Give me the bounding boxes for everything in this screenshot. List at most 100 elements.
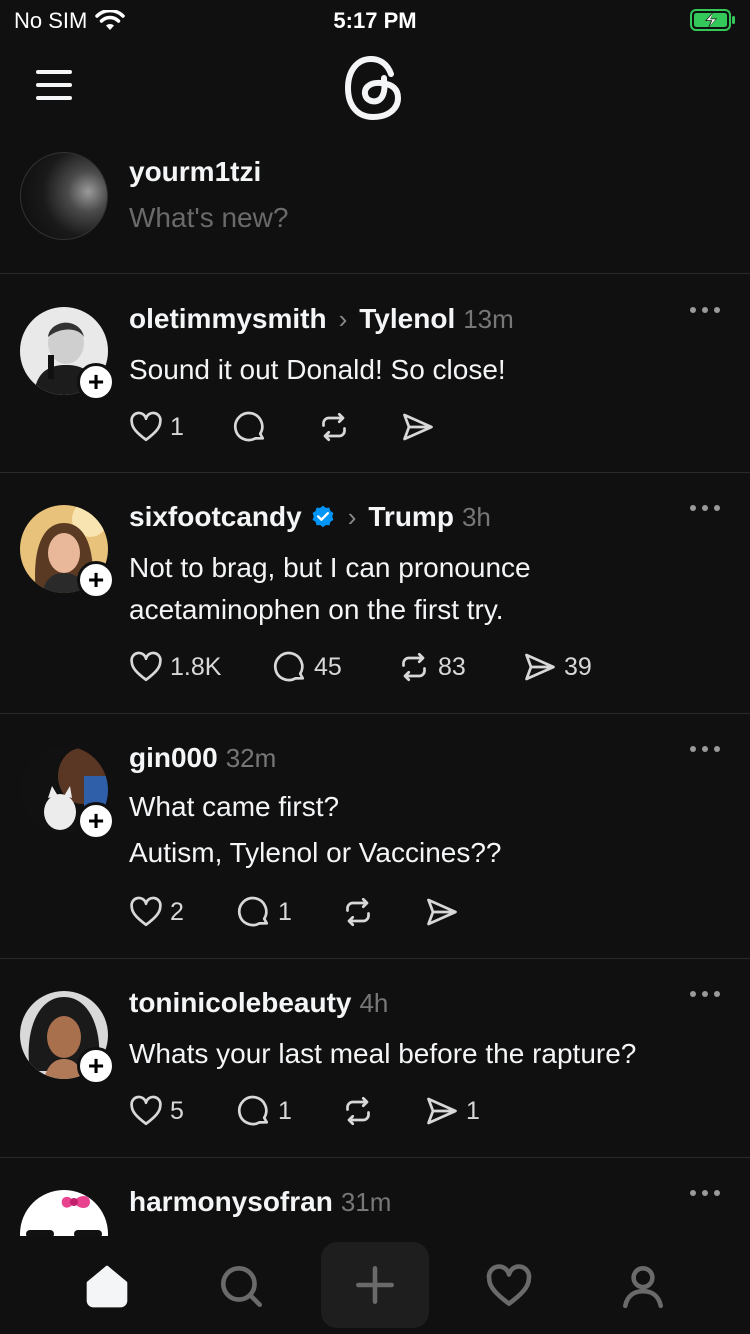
tab-create[interactable] (321, 1242, 429, 1328)
post-time: 3h (461, 501, 491, 532)
post-username[interactable]: toninicolebeauty (129, 987, 351, 1019)
post-username[interactable]: oletimmysmith (129, 303, 327, 335)
share-count: 39 (564, 652, 592, 681)
like-button[interactable]: 1 (128, 409, 232, 445)
post-time: 32m (225, 742, 277, 773)
avatar[interactable] (20, 152, 108, 240)
follow-button[interactable]: + (77, 1047, 115, 1085)
repost-count: 83 (438, 652, 466, 681)
repost-button[interactable]: 83 (396, 649, 522, 685)
menu-icon-bar (36, 83, 72, 87)
menu-button[interactable] (36, 70, 76, 100)
share-button[interactable] (400, 409, 442, 445)
verified-badge-icon (312, 505, 334, 528)
search-icon (221, 1266, 263, 1308)
post-username[interactable]: harmonysofran (129, 1186, 333, 1218)
home-icon (86, 1265, 128, 1308)
avatar-wrap: + (20, 505, 115, 599)
repost-icon (402, 652, 426, 682)
post-header: harmonysofran 31m (129, 1186, 391, 1218)
more-options-button[interactable] (690, 505, 720, 511)
repost-button[interactable] (340, 894, 424, 930)
post-text-line: Autism, Tylenol or Vaccines?? (129, 837, 502, 868)
reply-button[interactable]: 45 (272, 649, 396, 685)
feed-post[interactable]: + oletimmysmith › Tylenol 13m Sound it o… (0, 275, 750, 473)
repost-icon (322, 412, 346, 442)
post-topic[interactable]: Trump (368, 501, 454, 533)
avatar-wrap (20, 1190, 108, 1236)
share-count: 1 (466, 1096, 480, 1125)
share-send-icon (403, 413, 433, 441)
composer-username: yourm1tzi (129, 156, 262, 187)
like-button[interactable]: 5 (128, 1093, 236, 1129)
reply-button[interactable] (232, 409, 316, 445)
like-button[interactable]: 1.8K (128, 649, 272, 685)
follow-button[interactable]: + (77, 561, 115, 599)
post-text: Not to brag, but I can pronounce acetami… (129, 552, 531, 625)
tab-activity[interactable] (469, 1246, 549, 1326)
post-time: 13m (463, 303, 514, 334)
post-topic[interactable]: Tylenol (359, 303, 455, 335)
clock: 5:17 PM (333, 8, 417, 33)
avatar[interactable] (20, 1190, 108, 1236)
heart-icon (130, 1095, 162, 1126)
post-time: 31m (340, 1186, 392, 1217)
post-text: Sound it out Donald! So close! (129, 354, 506, 385)
top-nav (0, 50, 750, 130)
post-username[interactable]: sixfootcandy (129, 501, 302, 533)
composer-input[interactable]: What's new? (129, 202, 288, 234)
reply-count: 1 (278, 897, 292, 926)
feed-post[interactable]: + gin000 32m What came first? Autism, Ty… (0, 714, 750, 959)
reply-count: 1 (278, 1096, 292, 1125)
avatar-wrap: + (20, 746, 115, 840)
more-options-button[interactable] (690, 746, 720, 752)
follow-button[interactable]: + (77, 802, 115, 840)
reply-icon (233, 411, 265, 442)
chevron-right-icon: › (338, 303, 348, 334)
reply-count: 45 (314, 652, 342, 681)
tab-search[interactable] (201, 1246, 281, 1326)
reply-button[interactable]: 1 (236, 894, 340, 930)
heart-icon (130, 896, 162, 927)
battery-charging-icon (690, 9, 735, 31)
like-count: 1.8K (170, 652, 222, 681)
repost-button[interactable] (316, 409, 400, 445)
feed-post[interactable]: + sixfootcandy › Trump 3h Not to brag, b… (0, 473, 750, 714)
reply-button[interactable]: 1 (236, 1093, 340, 1129)
post-header: toninicolebeauty 4h (129, 987, 388, 1019)
post-actions: 1.8K 45 83 39 (128, 649, 592, 685)
like-count: 5 (170, 1096, 184, 1125)
post-header: sixfootcandy › Trump 3h (129, 501, 491, 533)
share-button[interactable]: 1 (424, 1093, 480, 1129)
feed-post[interactable]: harmonysofran 31m (0, 1158, 750, 1236)
post-text: What came first? Autism, Tylenol or Vacc… (129, 784, 719, 876)
chevron-right-icon: › (347, 501, 357, 532)
more-options-button[interactable] (690, 307, 720, 313)
post-username[interactable]: gin000 (129, 742, 218, 774)
avatar-image (20, 1190, 108, 1236)
feed-post[interactable]: + toninicolebeauty 4h Whats your last me… (0, 959, 750, 1158)
reply-icon (237, 1095, 269, 1126)
post-time: 4h (359, 987, 389, 1018)
post-text: Whats your last meal before the rapture? (129, 1038, 637, 1069)
post-header: gin000 32m (129, 742, 276, 774)
repost-button[interactable] (340, 1093, 424, 1129)
composer[interactable]: yourm1tzi What's new? (0, 140, 750, 274)
follow-button[interactable]: + (77, 363, 115, 401)
heart-icon (130, 651, 162, 682)
tab-home[interactable] (67, 1246, 147, 1326)
heart-icon (130, 411, 162, 442)
menu-icon-bar (36, 96, 72, 100)
like-button[interactable]: 2 (128, 894, 236, 930)
heart-icon (486, 1264, 532, 1306)
post-actions: 2 1 (128, 894, 466, 930)
threads-logo-icon[interactable] (343, 54, 407, 122)
menu-icon (36, 70, 72, 74)
share-send-icon (525, 653, 555, 681)
share-button[interactable] (424, 894, 466, 930)
more-options-button[interactable] (690, 1190, 720, 1196)
more-options-button[interactable] (690, 991, 720, 997)
share-button[interactable]: 39 (522, 649, 592, 685)
tab-bar (0, 1236, 750, 1334)
tab-profile[interactable] (603, 1246, 683, 1326)
